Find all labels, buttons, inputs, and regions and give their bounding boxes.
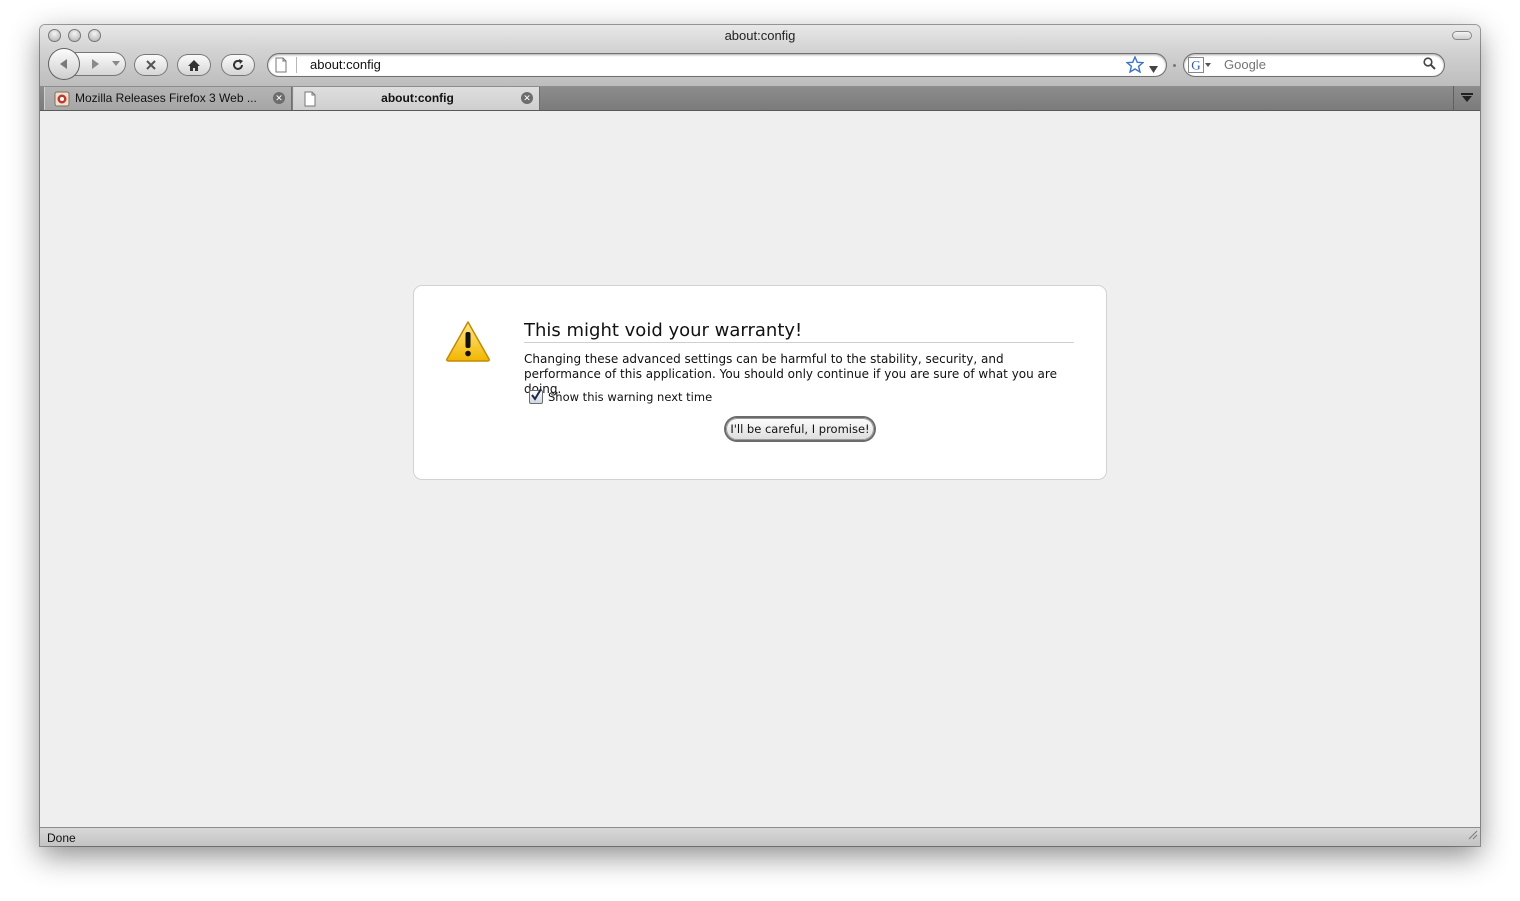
url-history-dropdown[interactable] xyxy=(1149,60,1158,78)
warning-triangle-icon xyxy=(445,320,491,367)
search-bar[interactable]: G xyxy=(1184,54,1444,76)
close-tab-button[interactable]: ✕ xyxy=(521,92,533,104)
window-title: about:config xyxy=(724,28,796,43)
show-warning-label: Show this warning next time xyxy=(548,390,713,404)
search-input[interactable] xyxy=(1224,57,1414,72)
star-icon xyxy=(1125,55,1145,74)
stop-icon xyxy=(146,60,156,70)
site-favicon-icon xyxy=(54,91,70,110)
chevron-down-icon xyxy=(112,61,120,66)
close-tab-button[interactable]: ✕ xyxy=(273,92,285,104)
history-dropdown-button[interactable] xyxy=(112,60,120,68)
back-arrow-icon xyxy=(60,59,67,69)
resize-grip-icon[interactable] xyxy=(1466,827,1478,845)
tab-mozilla-releases[interactable]: Mozilla Releases Firefox 3 Web ... ✕ xyxy=(44,87,292,110)
svg-text:G: G xyxy=(1191,58,1200,73)
tab-list-icon xyxy=(1461,93,1473,102)
search-engine-button[interactable]: G xyxy=(1188,57,1216,73)
magnifier-icon xyxy=(1423,57,1436,70)
tab-label: Mozilla Releases Firefox 3 Web ... xyxy=(75,91,257,105)
page-icon xyxy=(275,57,287,73)
tab-label: about:config xyxy=(381,91,454,105)
confirm-careful-button[interactable]: I'll be careful, I promise! xyxy=(726,418,874,440)
site-identity-button[interactable] xyxy=(274,57,297,73)
page-content: This might void your warranty! Changing … xyxy=(40,111,1480,827)
home-button[interactable] xyxy=(177,54,211,76)
toolbar-toggle-button[interactable] xyxy=(1452,31,1472,40)
browser-window: about:config about:config G Google Mozil… xyxy=(40,25,1480,846)
back-button[interactable] xyxy=(48,48,80,80)
forward-button[interactable] xyxy=(86,55,104,73)
tab-list-button[interactable] xyxy=(1453,86,1480,110)
show-warning-checkbox-row[interactable]: Show this warning next time xyxy=(529,389,713,404)
checkmark-icon xyxy=(531,389,542,401)
status-bar: Done xyxy=(40,827,1480,846)
tab-bar: Mozilla Releases Firefox 3 Web ... ✕ abo… xyxy=(40,86,1480,111)
back-forward-group xyxy=(48,48,126,80)
google-logo-icon: G xyxy=(1188,57,1204,73)
reload-icon xyxy=(233,59,243,70)
toolbar-separator xyxy=(1173,64,1176,67)
search-go-button[interactable] xyxy=(1423,57,1436,75)
home-icon xyxy=(188,59,200,71)
forward-arrow-icon xyxy=(92,59,99,69)
reload-button[interactable] xyxy=(221,54,255,76)
warning-title: This might void your warranty! xyxy=(524,320,1074,343)
chevron-down-icon xyxy=(1205,62,1211,67)
bookmark-star-button[interactable] xyxy=(1125,55,1145,78)
stop-button[interactable] xyxy=(134,54,168,76)
show-warning-checkbox[interactable] xyxy=(529,389,543,404)
chevron-down-icon xyxy=(1149,66,1158,73)
warning-dialog: This might void your warranty! Changing … xyxy=(413,285,1107,480)
status-text: Done xyxy=(47,831,76,845)
tab-about-config[interactable]: about:config ✕ xyxy=(293,87,540,110)
address-bar[interactable]: about:config xyxy=(268,54,1166,76)
url-text[interactable]: about:config xyxy=(310,57,381,72)
toolbar-area: about:config about:config G Google xyxy=(40,25,1480,87)
